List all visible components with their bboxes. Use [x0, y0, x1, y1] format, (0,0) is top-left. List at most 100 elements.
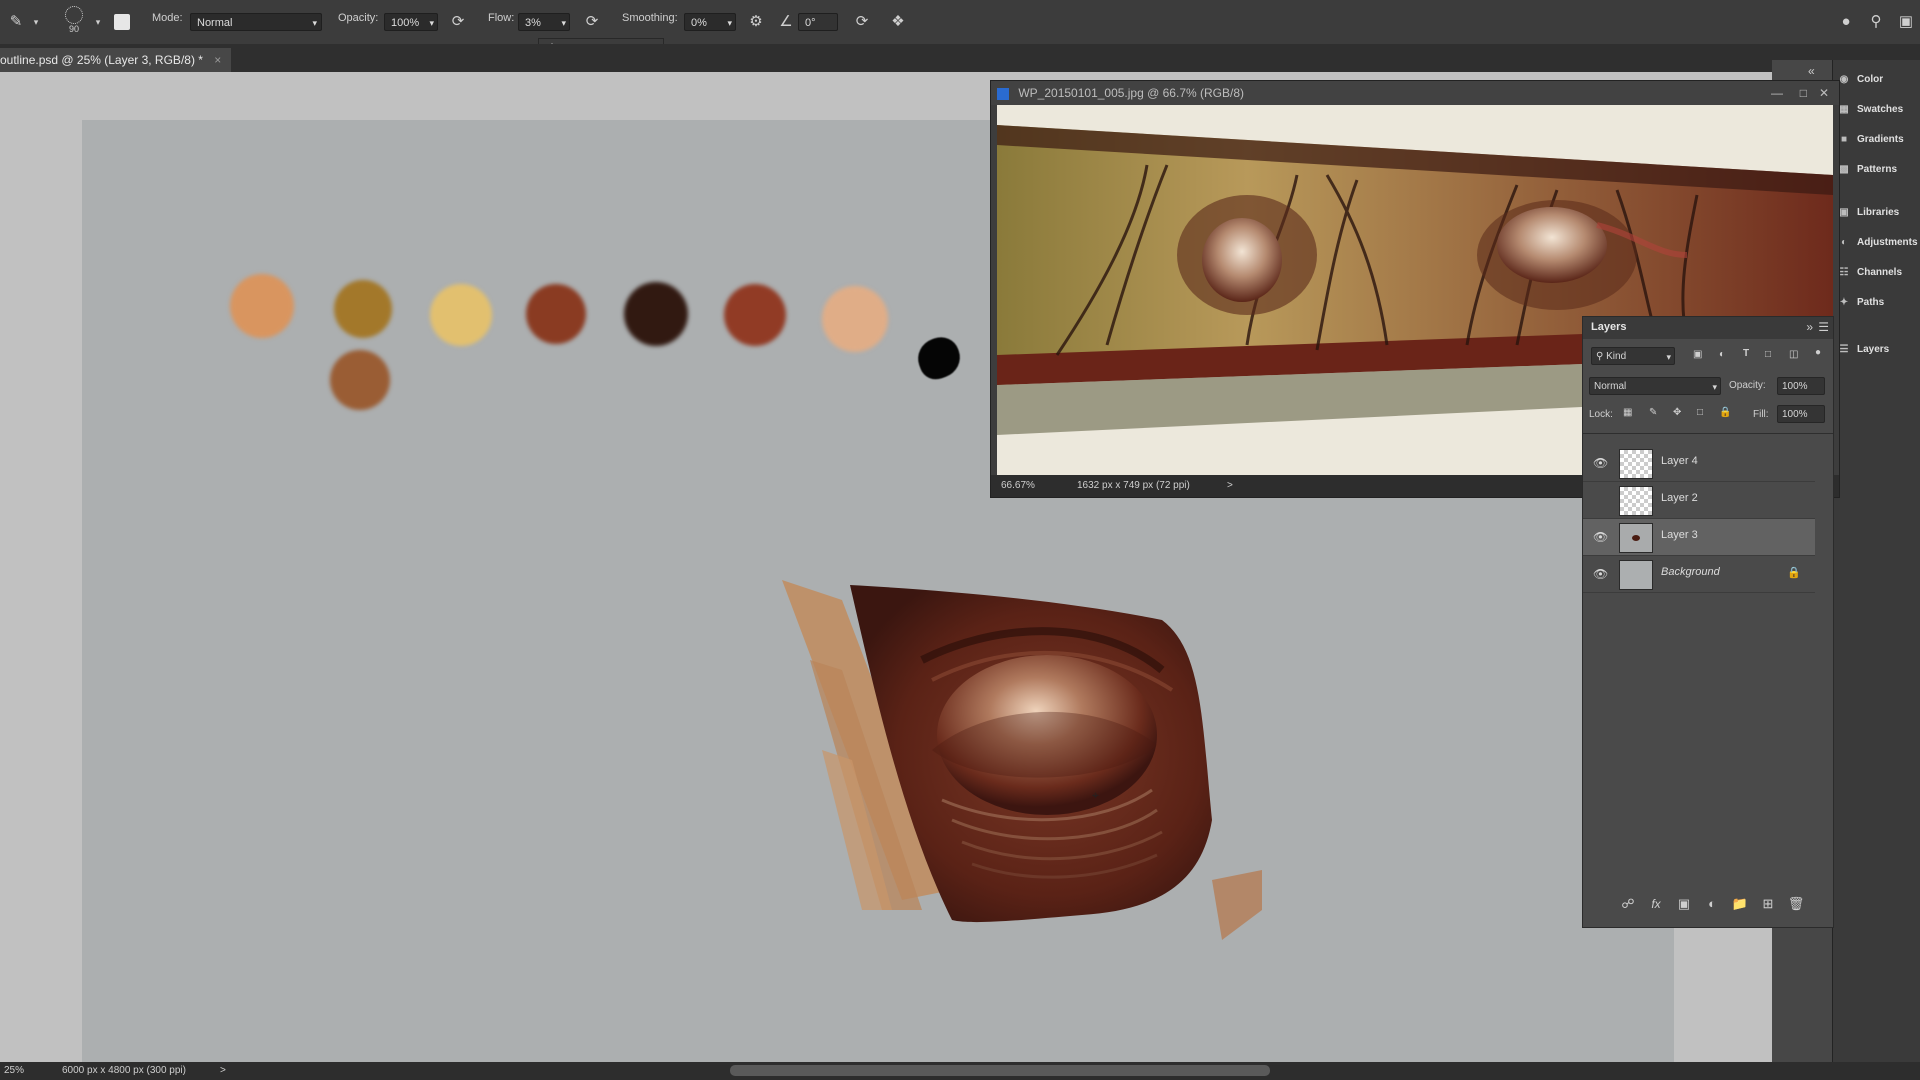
dock-item-gradients[interactable]: ■ Gradients: [1837, 130, 1904, 150]
lock-all-icon[interactable]: 🔒: [1719, 407, 1731, 418]
filter-adjustment-icon[interactable]: ◐: [1719, 349, 1725, 360]
lock-transparent-icon[interactable]: ▦: [1623, 407, 1632, 418]
smoothing-field[interactable]: 0% ▾: [684, 13, 736, 31]
filter-smart-object-icon[interactable]: ◫: [1789, 349, 1798, 360]
symmetry-butterfly-icon[interactable]: ❖: [888, 12, 908, 32]
fill-field[interactable]: 100%: [1777, 405, 1825, 423]
pressure-size-icon[interactable]: ⟳: [852, 12, 872, 32]
photo-zoom-value[interactable]: 66.67%: [1001, 475, 1035, 497]
layers-panel-title[interactable]: Layers: [1591, 321, 1626, 333]
opacity-label: Opacity:: [338, 12, 379, 24]
right-panel-dock: ◉ Color ▦ Swatches ■ Gradients ▩ Patterns ▣ Libra…: [1832, 60, 1920, 1062]
dock-item-color[interactable]: ◉ Color: [1837, 70, 1883, 90]
mode-select[interactable]: Normal ▾: [190, 13, 322, 31]
tool-preset-dropdown-icon[interactable]: ▾: [26, 12, 46, 32]
share-icon[interactable]: ●: [1836, 12, 1856, 32]
layer-filter-kind-select[interactable]: ⚲ Kind ▾: [1591, 347, 1675, 365]
layer-row[interactable]: 👁 Background 🔒: [1583, 556, 1815, 593]
layer-row[interactable]: Layer 2: [1583, 482, 1815, 519]
color-swatch[interactable]: [822, 286, 888, 352]
panel-collapse-icon[interactable]: »: [1806, 320, 1813, 334]
smoothing-settings-gear-icon[interactable]: ⚙: [746, 12, 766, 32]
dock-item-channels[interactable]: ☷ Channels: [1837, 263, 1903, 283]
photo-status-arrow-icon[interactable]: >: [1227, 475, 1233, 497]
visibility-eye-icon[interactable]: 👁: [1593, 456, 1608, 470]
new-group-folder-icon[interactable]: 📁: [1731, 895, 1749, 913]
brush-angle-field[interactable]: 0°: [798, 13, 838, 31]
layer-row[interactable]: 👁 Layer 4: [1583, 445, 1815, 482]
color-swatch[interactable]: [624, 282, 688, 346]
lock-position-move-icon[interactable]: ✥: [1673, 407, 1681, 418]
layer-lock-icon: 🔒: [1787, 567, 1801, 579]
link-layers-icon[interactable]: ☍: [1619, 895, 1637, 913]
delete-layer-trash-icon[interactable]: 🗑: [1787, 895, 1805, 913]
new-layer-icon[interactable]: ⊞: [1759, 895, 1777, 913]
layers-panel-header[interactable]: Layers » ☰: [1583, 317, 1833, 339]
brush-tool-icon[interactable]: ✎: [6, 12, 26, 32]
visibility-eye-icon[interactable]: 👁: [1593, 530, 1608, 544]
filter-pixel-icon[interactable]: ▣: [1693, 349, 1702, 360]
dock-item-patterns[interactable]: ▩ Patterns: [1837, 160, 1897, 180]
airbrush-icon[interactable]: ⟳: [582, 12, 602, 32]
layer-name[interactable]: Background: [1661, 566, 1720, 578]
opacity-field[interactable]: 100% ▾: [384, 13, 438, 31]
search-icon[interactable]: ⚲: [1866, 12, 1886, 32]
smoothing-label: Smoothing:: [622, 12, 678, 24]
smoothing-chevron-icon: ▾: [727, 18, 732, 28]
dock-item-paths[interactable]: ✦ Paths: [1837, 293, 1884, 313]
visibility-eye-icon[interactable]: 👁: [1593, 567, 1608, 581]
dock-item-layers[interactable]: ☰ Layers: [1837, 340, 1890, 360]
dock-item-label: Adjustments: [1857, 237, 1918, 248]
color-swatch[interactable]: [724, 284, 786, 346]
color-swatch[interactable]: [334, 280, 392, 338]
filter-toggle-icon[interactable]: ●: [1815, 347, 1821, 358]
lock-image-brush-icon[interactable]: ✎: [1649, 407, 1657, 418]
lock-artboard-icon[interactable]: □: [1697, 407, 1703, 418]
brush-settings-panel-icon[interactable]: [112, 12, 132, 32]
brush-picker-chevron-icon[interactable]: ▾: [88, 12, 108, 32]
minimize-icon[interactable]: —: [1771, 81, 1783, 105]
layer-row-selected[interactable]: 👁 Layer 3: [1583, 519, 1815, 556]
color-swatch[interactable]: [330, 350, 390, 410]
flow-value: 3%: [525, 17, 541, 29]
flow-field[interactable]: 3% ▾: [518, 13, 570, 31]
mode-chevron-icon: ▾: [312, 18, 317, 28]
workspace-icon[interactable]: ▣: [1896, 12, 1916, 32]
visibility-toggle-empty[interactable]: [1593, 493, 1607, 507]
document-tab[interactable]: outline.psd @ 25% (Layer 3, RGB/8) * ×: [0, 48, 232, 72]
filter-search-icon: ⚲: [1596, 351, 1607, 362]
color-swatch[interactable]: [912, 332, 966, 384]
layers-panel: Layers » ☰ ⚲ Kind ▾ ▣ ◐ T □ ◫ ● Normal ▾…: [1582, 316, 1834, 928]
panel-menu-icon[interactable]: ☰: [1818, 320, 1829, 334]
document-tab-close-icon[interactable]: ×: [214, 53, 221, 67]
adjustment-layer-icon[interactable]: ◐: [1703, 895, 1721, 913]
horizontal-scrollbar[interactable]: [730, 1065, 1270, 1076]
maximize-icon[interactable]: □: [1800, 81, 1807, 105]
layer-opacity-label: Opacity:: [1729, 380, 1766, 391]
filter-shape-icon[interactable]: □: [1765, 349, 1771, 360]
layer-name[interactable]: Layer 4: [1661, 455, 1698, 467]
pressure-opacity-icon[interactable]: ⟳: [448, 12, 468, 32]
layer-opacity-field[interactable]: 100%: [1777, 377, 1825, 395]
brush-size-value: 90: [68, 24, 79, 34]
photo-doc-size: 1632 px x 749 px (72 ppi): [1077, 480, 1190, 491]
layer-name[interactable]: Layer 2: [1661, 492, 1698, 504]
filter-type-icon[interactable]: T: [1743, 348, 1749, 359]
add-mask-icon[interactable]: ▣: [1675, 895, 1693, 913]
zoom-level[interactable]: 25%: [4, 1062, 24, 1080]
dock-item-libraries[interactable]: ▣ Libraries: [1837, 203, 1899, 223]
dock-item-adjustments[interactable]: ◐ Adjustments: [1837, 233, 1918, 253]
brush-preset-picker[interactable]: 90: [62, 6, 86, 38]
layer-name[interactable]: Layer 3: [1661, 529, 1698, 541]
status-arrow-icon[interactable]: >: [220, 1062, 226, 1080]
document-size: 6000 px x 4800 px (300 ppi): [62, 1065, 186, 1076]
layer-blend-mode-select[interactable]: Normal ▾: [1589, 377, 1721, 395]
color-swatch[interactable]: [526, 284, 586, 344]
photo-window-title-bar[interactable]: WP_20150101_005.jpg @ 66.7% (RGB/8) — □ …: [991, 81, 1839, 105]
layer-style-fx-icon[interactable]: fx: [1647, 895, 1665, 913]
color-swatch[interactable]: [230, 274, 294, 338]
color-swatch[interactable]: [430, 284, 492, 346]
dock-item-swatches[interactable]: ▦ Swatches: [1837, 100, 1903, 120]
flow-label: Flow:: [488, 12, 515, 24]
close-icon[interactable]: ✕: [1819, 81, 1829, 105]
